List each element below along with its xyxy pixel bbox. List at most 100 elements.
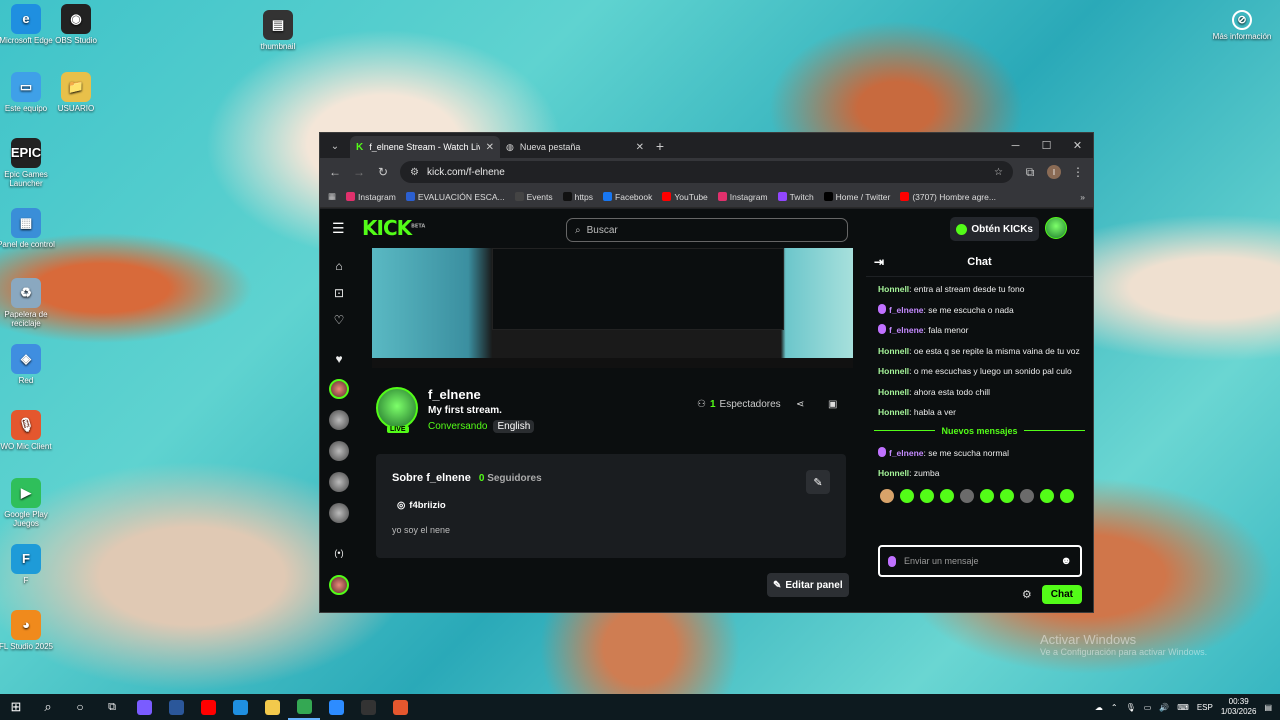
desktop-icon[interactable]: EPIC Epic Games Launcher: [0, 138, 56, 189]
emote[interactable]: [1020, 488, 1034, 503]
user-avatar[interactable]: [1045, 217, 1067, 239]
more-info-desktop-icon[interactable]: ⊘ Más información: [1212, 10, 1272, 42]
bookmark-item[interactable]: Events: [514, 192, 553, 202]
tab-search-icon[interactable]: ⌄: [326, 137, 344, 155]
get-kicks-button[interactable]: Obtén KICKs: [950, 217, 1039, 241]
desktop-icon[interactable]: 🎙 WO Mic Client: [0, 410, 56, 452]
bookmark-item[interactable]: Instagram: [717, 192, 768, 202]
chat-message[interactable]: Honnell: zumba: [878, 466, 1081, 481]
clock[interactable]: 00:39 1/03/2026: [1221, 697, 1257, 717]
sidebar-channel-avatar[interactable]: [329, 503, 349, 523]
favorites-heart-icon[interactable]: ♥: [335, 352, 342, 368]
chat-message[interactable]: Honnell: oe esta q se repite la misma va…: [878, 344, 1081, 359]
chat-send-button[interactable]: Chat: [1041, 584, 1082, 604]
onedrive-icon[interactable]: ☁: [1095, 703, 1103, 712]
extensions-puzzle-icon[interactable]: ⧉: [1023, 165, 1037, 180]
desktop-icon[interactable]: ◈ Red: [0, 344, 56, 386]
chat-username[interactable]: Honnell: [878, 346, 909, 356]
chat-message[interactable]: Honnell: habla a ver: [878, 405, 1081, 420]
video-player[interactable]: [372, 248, 853, 368]
chat-message[interactable]: Honnell: o me escuchas y luego un sonido…: [878, 364, 1081, 379]
taskbar-app-copilot[interactable]: [128, 694, 160, 720]
emote[interactable]: [980, 488, 994, 503]
chat-message[interactable]: f_elnene: se me scucha normal: [878, 446, 1081, 461]
sidebar-channel-avatar[interactable]: [329, 575, 349, 595]
clip-icon[interactable]: ▣: [828, 399, 837, 410]
taskbar-app-word[interactable]: [160, 694, 192, 720]
chat-username[interactable]: f_elnene: [889, 448, 924, 458]
bookmark-item[interactable]: Instagram: [346, 192, 396, 202]
more-bookmarks-icon[interactable]: »: [1080, 192, 1085, 202]
chat-message[interactable]: f_elnene: fala menor: [878, 323, 1081, 338]
network-icon[interactable]: ▭: [1144, 703, 1152, 712]
emote[interactable]: [1040, 488, 1054, 503]
bookmark-item[interactable]: Facebook: [603, 192, 652, 202]
bookmark-item[interactable]: Twitch: [777, 192, 814, 202]
desktop-icon[interactable]: ▶ Google Play Juegos: [0, 478, 56, 529]
bookmark-star-icon[interactable]: ☆: [994, 167, 1003, 178]
desktop-icon[interactable]: ◉ OBS Studio: [46, 4, 106, 46]
taskbar-app-youtube[interactable]: [192, 694, 224, 720]
tray-chevron-icon[interactable]: ⌃: [1111, 703, 1118, 712]
tab-kick-stream[interactable]: K f_elnene Stream - Watch Live o ✕: [350, 136, 500, 158]
hamburger-menu-icon[interactable]: ☰: [332, 220, 348, 237]
forward-arrow-icon[interactable]: →: [352, 165, 366, 179]
task-view-button[interactable]: ⧉: [96, 694, 128, 720]
emote[interactable]: [920, 488, 934, 503]
new-tab-plus-icon[interactable]: +: [650, 138, 670, 154]
address-bar[interactable]: ⚙ kick.com/f-elnene ☆: [400, 161, 1013, 183]
close-tab-icon[interactable]: ✕: [486, 142, 494, 153]
taskbar-app-zoom[interactable]: [320, 694, 352, 720]
desktop-icon[interactable]: 📁 USUARIO: [46, 72, 106, 114]
emote[interactable]: [880, 488, 894, 503]
chat-message[interactable]: Honnell: entra al stream desde tu fono: [878, 282, 1081, 297]
sidebar-channel-avatar[interactable]: [329, 379, 349, 399]
keyboard-icon[interactable]: ⌨: [1177, 703, 1189, 712]
home-icon[interactable]: ⌂: [335, 259, 342, 275]
bookmark-item[interactable]: YouTube: [662, 192, 708, 202]
desktop-icon[interactable]: ▤ thumbnail: [248, 10, 308, 52]
emote[interactable]: [900, 488, 914, 503]
edit-panel-button[interactable]: ✎ Editar panel: [767, 573, 849, 597]
chat-username[interactable]: Honnell: [878, 407, 909, 417]
chat-username[interactable]: f_elnene: [889, 305, 924, 315]
chat-username[interactable]: Honnell: [878, 366, 909, 376]
chat-message-input[interactable]: Enviar un mensaje ☻: [878, 545, 1082, 577]
taskbar-app-chrome[interactable]: [288, 694, 320, 720]
taskbar-app-obs[interactable]: [352, 694, 384, 720]
following-heart-icon[interactable]: ♡: [334, 313, 345, 329]
profile-avatar[interactable]: I: [1047, 165, 1061, 179]
chat-message[interactable]: f_elnene: se me escucha o nada: [878, 303, 1081, 318]
taskbar-app-edge[interactable]: [224, 694, 256, 720]
reload-icon[interactable]: ↻: [376, 165, 390, 179]
stream-category[interactable]: Conversando: [428, 421, 487, 432]
tab-new-tab[interactable]: ◍ Nueva pestaña ✕: [500, 136, 650, 158]
minimize-icon[interactable]: ─: [1000, 133, 1031, 158]
collapse-chat-icon[interactable]: ⇥: [874, 255, 884, 269]
sidebar-channel-avatar[interactable]: [329, 472, 349, 492]
language-indicator[interactable]: ESP: [1197, 703, 1213, 712]
start-button[interactable]: ⊞: [0, 694, 32, 720]
instagram-link[interactable]: ◎ f4briizio: [397, 500, 830, 511]
bookmark-item[interactable]: EVALUACIÓN ESCA...: [405, 192, 505, 202]
channel-name[interactable]: f_elnene: [428, 387, 534, 402]
desktop-icon[interactable]: ◕ FL Studio 2025: [0, 610, 56, 652]
cortana-button[interactable]: ○: [64, 694, 96, 720]
desktop-icon[interactable]: FF: [0, 544, 56, 586]
notifications-icon[interactable]: ▤: [1264, 703, 1272, 712]
taskbar-app-explorer[interactable]: [256, 694, 288, 720]
edit-about-pencil-icon[interactable]: ✎: [806, 470, 830, 494]
taskbar-app-womic[interactable]: [384, 694, 416, 720]
url-text[interactable]: kick.com/f-elnene: [427, 167, 986, 178]
channel-avatar[interactable]: LIVE: [376, 387, 418, 433]
kick-logo[interactable]: KICKBETA: [362, 216, 425, 240]
site-info-icon[interactable]: ⚙: [410, 167, 419, 178]
emoji-picker-icon[interactable]: ☻: [1060, 555, 1072, 567]
desktop-icon[interactable]: ♻ Papelera de reciclaje: [0, 278, 56, 329]
back-arrow-icon[interactable]: ←: [328, 165, 342, 179]
chat-input-placeholder[interactable]: Enviar un mensaje: [904, 556, 1052, 566]
new-messages-divider[interactable]: Nuevos mensajes: [874, 426, 1086, 436]
apps-grid-icon[interactable]: ▦: [328, 191, 336, 202]
chat-username[interactable]: Honnell: [878, 284, 909, 294]
browse-icon[interactable]: ⊡: [334, 286, 344, 302]
